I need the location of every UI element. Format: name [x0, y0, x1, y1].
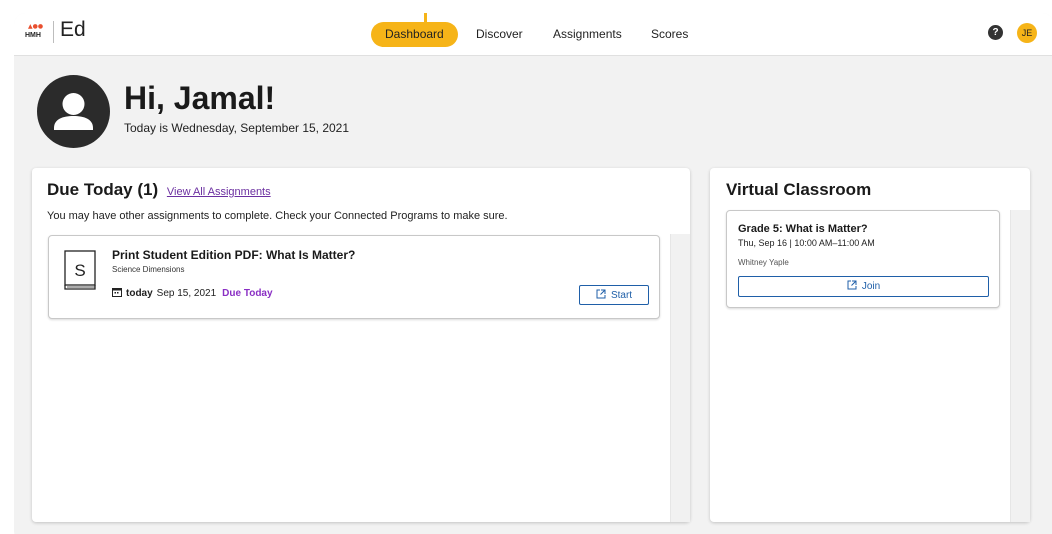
- join-label: Join: [861, 281, 881, 292]
- user-avatar[interactable]: JE: [1017, 23, 1037, 43]
- due-today-title: Due Today (1): [47, 180, 159, 199]
- app-frame: ▲●● HMH Ed Dashboard Discover Assignment…: [14, 13, 1052, 534]
- view-all-assignments-link[interactable]: View All Assignments: [167, 186, 271, 198]
- tab-discover[interactable]: Discover: [462, 22, 537, 47]
- hmh-logo[interactable]: ▲●● HMH: [25, 22, 47, 44]
- due-when: today: [126, 288, 153, 299]
- top-navigation: ▲●● HMH Ed Dashboard Discover Assignment…: [14, 13, 1052, 56]
- logo-divider: [53, 21, 54, 43]
- session-card[interactable]: Grade 5: What is Matter? Thu, Sep 16 | 1…: [726, 210, 1000, 308]
- virtual-classroom-title: Virtual Classroom: [726, 180, 872, 199]
- assignment-title[interactable]: Print Student Edition PDF: What Is Matte…: [112, 248, 355, 262]
- assignment-due-row: today Sep 15, 2021 Due Today: [112, 287, 273, 300]
- join-button[interactable]: Join: [738, 276, 989, 297]
- connected-programs-message: You may have other assignments to comple…: [47, 210, 508, 222]
- scrollbar[interactable]: [1010, 210, 1030, 522]
- logo-text: HMH: [25, 32, 41, 39]
- assignment-program: Science Dimensions: [112, 265, 185, 274]
- tab-scores[interactable]: Scores: [637, 22, 702, 47]
- help-icon[interactable]: ?: [988, 25, 1003, 40]
- svg-text:S: S: [74, 261, 85, 280]
- assignment-card[interactable]: S Print Student Edition PDF: What Is Mat…: [48, 235, 660, 319]
- external-link-icon: [847, 280, 857, 293]
- session-teacher: Whitney Yaple: [738, 258, 789, 267]
- due-status-badge: Due Today: [222, 288, 273, 299]
- virtual-classroom-card: Virtual Classroom Grade 5: What is Matte…: [710, 168, 1030, 522]
- date-line: Today is Wednesday, September 15, 2021: [124, 121, 350, 135]
- calendar-icon: [112, 287, 122, 300]
- tab-dashboard[interactable]: Dashboard: [371, 22, 458, 47]
- tab-assignments[interactable]: Assignments: [539, 22, 636, 47]
- due-today-heading: Due Today (1) View All Assignments: [47, 180, 271, 200]
- book-icon: S: [64, 250, 98, 292]
- session-title: Grade 5: What is Matter?: [738, 223, 868, 235]
- session-time: Thu, Sep 16 | 10:00 AM–11:00 AM: [738, 238, 875, 248]
- external-link-icon: [596, 289, 606, 302]
- scrollbar[interactable]: [670, 234, 690, 522]
- profile-avatar-icon: [37, 75, 110, 148]
- brand-name: Ed: [60, 18, 86, 41]
- due-date: Sep 15, 2021: [156, 288, 217, 299]
- due-today-card: Due Today (1) View All Assignments You m…: [32, 168, 690, 522]
- start-label: Start: [610, 289, 633, 301]
- greeting-title: Hi, Jamal!: [124, 80, 276, 116]
- logo-mark-icon: ▲●●: [28, 23, 44, 30]
- start-button[interactable]: Start: [579, 285, 649, 305]
